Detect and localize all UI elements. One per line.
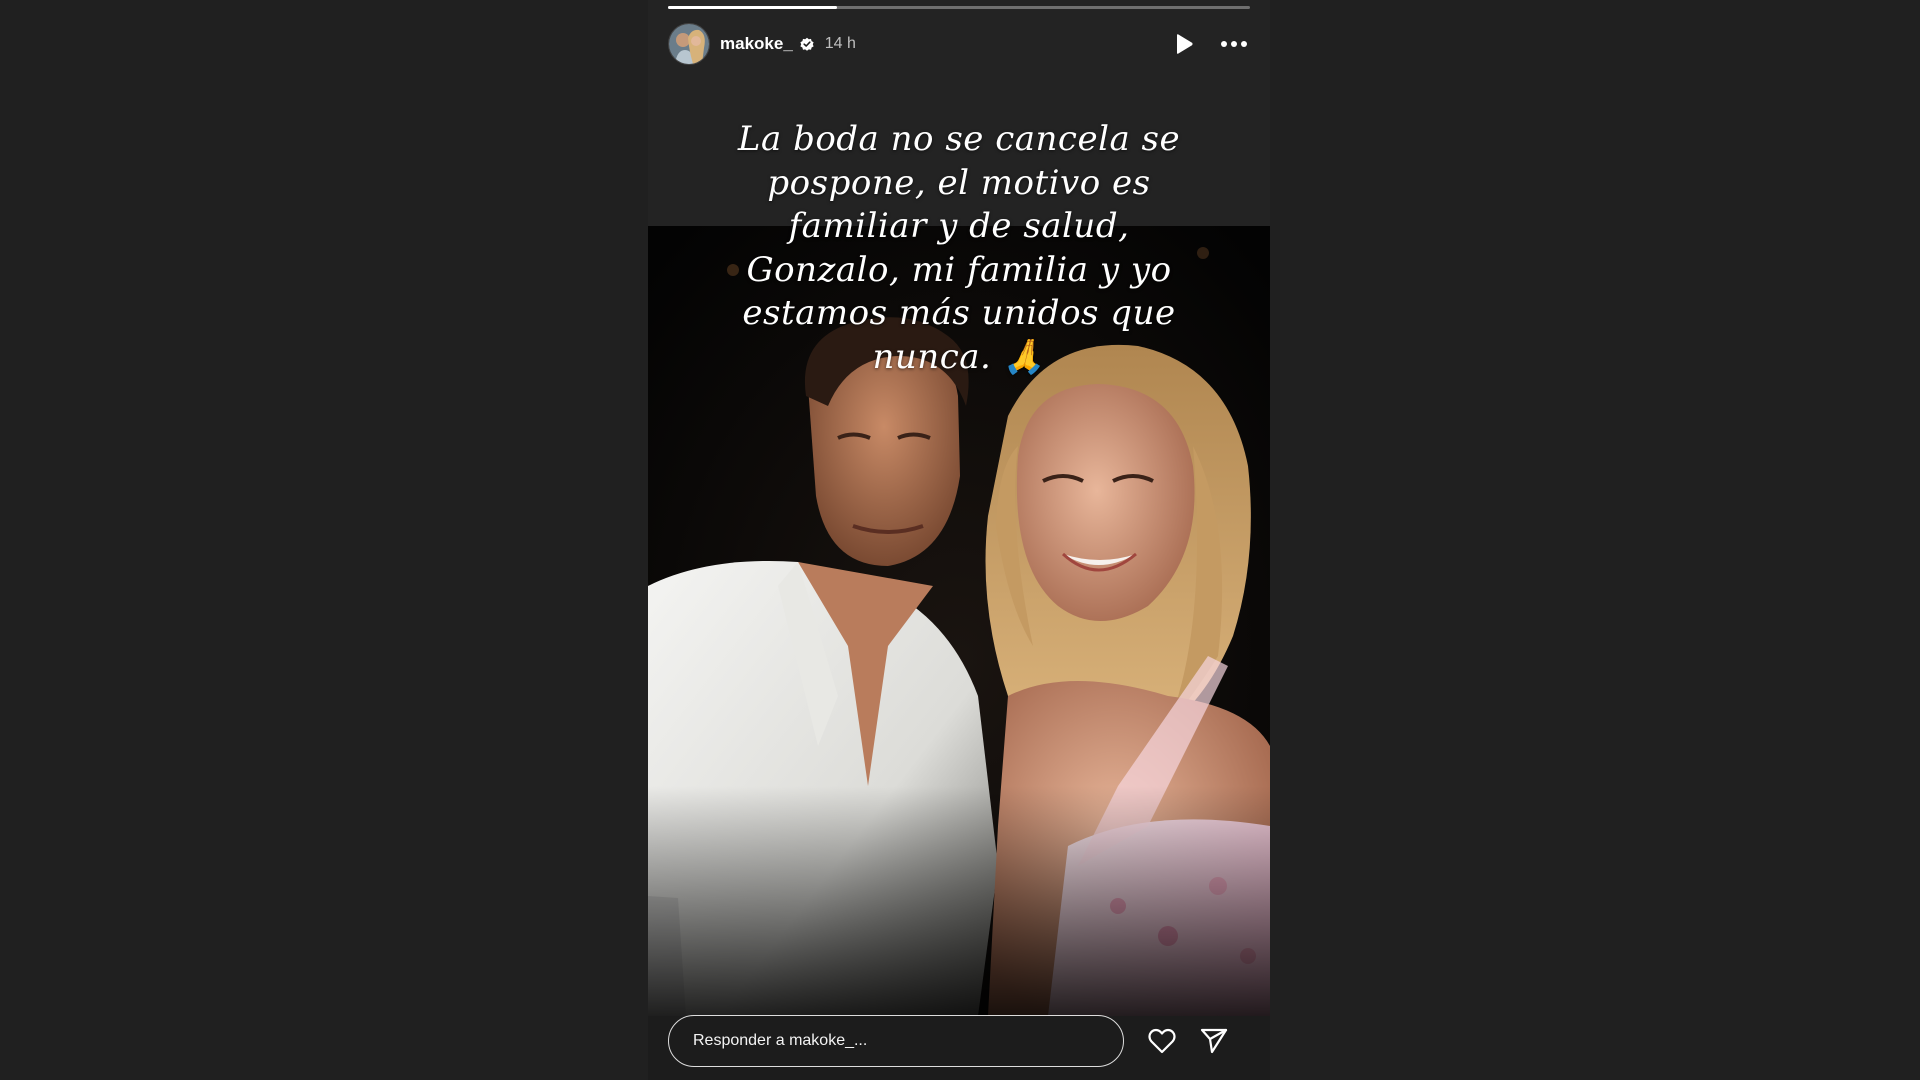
verified-badge-icon (799, 36, 815, 52)
heart-icon (1148, 1028, 1176, 1054)
reply-input[interactable] (668, 1015, 1124, 1067)
share-button[interactable] (1198, 1025, 1230, 1057)
story-timestamp: 14 h (824, 35, 856, 52)
like-button[interactable] (1146, 1025, 1178, 1057)
more-options-button[interactable] (1218, 30, 1250, 58)
story-viewer: makoke_ 14 h La boda no se cancela se po… (0, 0, 1920, 1080)
more-horizontal-icon (1221, 41, 1247, 47)
play-icon (1177, 34, 1193, 54)
username[interactable]: makoke_ (720, 34, 793, 54)
avatar[interactable] (668, 23, 710, 65)
send-icon (1200, 1028, 1228, 1054)
avatar-photo (669, 24, 709, 64)
story-header: makoke_ 14 h (668, 22, 1250, 66)
story-progress-fill (668, 6, 837, 9)
story-progress-track (668, 6, 1250, 9)
story-caption: La boda no se cancela se pospone, el mot… (737, 119, 1181, 377)
play-button[interactable] (1170, 30, 1198, 58)
story-card[interactable]: makoke_ 14 h La boda no se cancela se po… (648, 0, 1270, 1080)
reply-bar (668, 1014, 1250, 1068)
